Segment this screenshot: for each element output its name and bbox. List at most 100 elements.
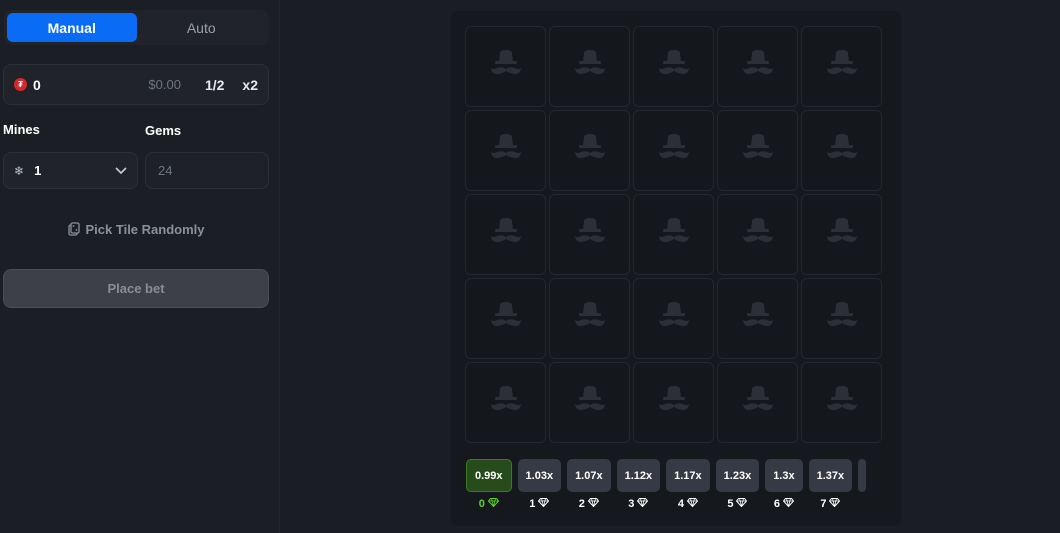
hat-mustache-icon [489,301,523,336]
mine-tile[interactable] [549,362,630,443]
mine-tile[interactable] [801,362,882,443]
diamond-icon [686,498,699,510]
hat-mustache-icon [489,385,523,420]
gem-count-label: 1 [529,498,550,510]
hat-mustache-icon [657,217,691,252]
gem-count: 0 [478,498,485,510]
mine-tile[interactable] [465,110,546,191]
gem-count: 7 [820,498,827,510]
multiplier-chip: 1.07x [567,459,611,492]
hat-mustache-icon [573,133,607,168]
multiplier-chip: 0.99x [466,459,512,492]
gem-count-label: 5 [727,498,748,510]
gem-count-label: 6 [774,498,795,510]
hat-mustache-icon [489,133,523,168]
tab-auto[interactable]: Auto [137,13,267,42]
diamond-icon [538,498,550,510]
hat-mustache-icon [741,301,775,336]
gem-count: 5 [727,498,734,510]
diamond-icon [487,498,499,510]
mine-tile[interactable] [717,194,798,275]
multiplier-item: 0.99x 0 [466,459,512,519]
multiplier-item: 1.03x 1 [517,459,562,519]
mine-tile[interactable] [633,278,714,359]
gem-count: 4 [677,498,684,510]
coin-icon: ₮ [14,78,27,91]
hat-mustache-icon [573,301,607,336]
gem-count: 1 [529,498,536,510]
hat-mustache-icon [825,385,859,420]
mode-toggle: Manual Auto [4,10,269,45]
mine-tile[interactable] [633,110,714,191]
mine-tile[interactable] [549,278,630,359]
bet-amount-input[interactable]: 0 [33,77,41,93]
hat-mustache-icon [741,217,775,252]
mine-tile[interactable] [633,26,714,107]
bet-usd-value: $0.00 [148,77,181,92]
multiplier-chip [858,459,867,492]
hat-mustache-icon [573,385,607,420]
mines-label: Mines [3,122,40,137]
double-bet-button[interactable]: x2 [242,77,258,93]
mine-tile[interactable] [801,194,882,275]
gem-count-label: 0 [479,498,499,510]
hat-mustache-icon [573,49,607,84]
mines-value: 1 [34,163,42,178]
hat-mustache-icon [825,301,859,336]
hat-mustache-icon [489,217,523,252]
pick-tile-randomly-button[interactable]: Pick Tile Randomly [3,209,269,249]
mine-tile[interactable] [717,110,798,191]
mine-tile[interactable] [465,278,546,359]
mine-tile[interactable] [717,26,798,107]
game-board: 0.99x 0 1.03x 1 1.07x 2 1.12x 3 1.17x 4 1.23x 5 1.3x… [451,11,901,526]
multiplier-strip: 0.99x 0 1.03x 1 1.07x 2 1.12x 3 1.17x 4 1.23x 5 1.3x… [466,459,880,519]
mine-tile[interactable] [801,110,882,191]
bet-amount-field[interactable]: ₮ 0 $0.00 1/2 x2 [3,64,269,105]
pick-tile-label: Pick Tile Randomly [85,221,205,237]
multiplier-item: 1.12x 3 [616,459,661,519]
gem-count-label: 3 [628,498,649,510]
gem-count-label: 4 [677,498,699,510]
hat-mustache-icon [489,49,523,84]
tab-manual[interactable]: Manual [7,13,137,42]
multiplier-item [858,459,867,519]
mine-tile[interactable] [801,278,882,359]
diamond-icon [736,498,748,510]
mine-tile[interactable] [633,362,714,443]
mine-tile[interactable] [549,26,630,107]
hat-mustache-icon [741,385,775,420]
gem-count-label: 2 [579,498,600,510]
mine-tile[interactable] [717,362,798,443]
mine-tile[interactable] [465,26,546,107]
mine-tile[interactable] [549,110,630,191]
diamond-icon [637,498,649,510]
hat-mustache-icon [825,49,859,84]
mine-tile[interactable] [717,278,798,359]
gems-label: Gems [145,123,182,138]
hat-mustache-icon [741,133,775,168]
multiplier-chip: 1.3x [765,459,803,492]
multiplier-item: 1.3x 6 [765,459,803,519]
mine-tile[interactable] [801,26,882,107]
diamond-icon [587,498,600,510]
sidebar: Manual Auto ₮ 0 $0.00 1/2 x2 Mines Gems … [0,0,280,533]
hat-mustache-icon [657,49,691,84]
mine-tile[interactable] [633,194,714,275]
half-bet-button[interactable]: 1/2 [205,77,224,93]
multiplier-chip: 1.23x [715,459,760,492]
diamond-icon [782,498,795,510]
multiplier-chip: 1.37x [808,459,853,492]
hat-mustache-icon [741,49,775,84]
gem-count: 3 [628,498,635,510]
multiplier-chip: 1.17x [666,459,710,492]
mine-tile[interactable] [549,194,630,275]
mines-select[interactable]: ❄ 1 [3,152,138,189]
hat-mustache-icon [657,385,691,420]
chevron-down-icon [115,162,127,180]
hat-mustache-icon [825,133,859,168]
mine-tile[interactable] [465,362,546,443]
diamond-icon [829,498,841,510]
place-bet-button[interactable]: Place bet [3,269,269,308]
multiplier-chip: 1.03x [517,459,562,492]
mine-tile[interactable] [465,194,546,275]
